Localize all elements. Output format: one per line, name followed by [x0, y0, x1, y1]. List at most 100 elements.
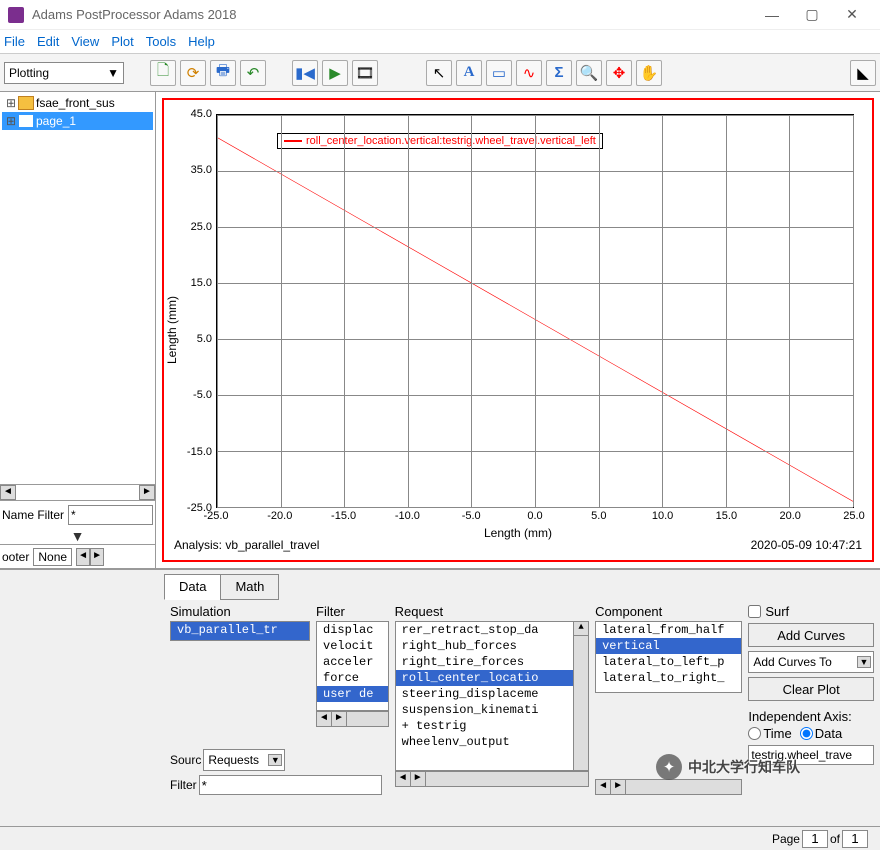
page-current-input[interactable] [802, 830, 828, 848]
print-icon[interactable]: 🖶 [210, 60, 236, 86]
surf-checkbox[interactable] [748, 605, 761, 618]
sigma-icon[interactable]: Σ [546, 60, 572, 86]
list-item[interactable]: roll_center_locatio [396, 670, 588, 686]
name-filter-input[interactable] [68, 505, 153, 525]
list-item[interactable]: force [317, 670, 388, 686]
filter-hscroll[interactable]: ◄► [316, 711, 389, 727]
radio-data[interactable]: Data [800, 726, 842, 741]
list-item[interactable]: acceler [317, 654, 388, 670]
chart-grid: roll_center_location.vertical:testrig.wh… [216, 114, 854, 508]
component-header: Component [595, 604, 742, 619]
zoom-window-icon[interactable]: ▭ [486, 60, 512, 86]
list-item[interactable]: wheelenv_output [396, 734, 588, 750]
filter-listbox[interactable]: displacvelocitaccelerforceuser de [316, 621, 389, 711]
play-icon[interactable]: ▶ [322, 60, 348, 86]
x-axis-label: Length (mm) [484, 526, 552, 540]
radio-time[interactable]: Time [748, 726, 791, 741]
menu-view[interactable]: View [71, 34, 99, 49]
list-item[interactable]: suspension_kinemati [396, 702, 588, 718]
tree-item-label: fsae_front_sus [36, 96, 115, 110]
request-hscroll[interactable]: ◄► [395, 771, 589, 787]
list-item[interactable]: lateral_to_right_ [596, 670, 741, 686]
indep-value-field[interactable]: testrig.wheel_trave [748, 745, 874, 765]
add-curves-to-dropdown[interactable]: Add Curves To▼ [748, 651, 874, 673]
footer-select[interactable]: None [33, 548, 72, 566]
name-filter-label: Name Filter [2, 508, 64, 522]
list-item[interactable]: + testrig [396, 718, 588, 734]
menu-help[interactable]: Help [188, 34, 215, 49]
expand-icon[interactable]: ⊞ [6, 114, 18, 129]
list-item[interactable]: displac [317, 622, 388, 638]
tree-item-page1[interactable]: ⊞ page_1 [2, 112, 153, 130]
model-tree[interactable]: ⊞ fsae_front_sus ⊞ page_1 [0, 92, 155, 484]
hand-icon[interactable]: ✋ [636, 60, 662, 86]
tree-item-fsae[interactable]: ⊞ fsae_front_sus [2, 94, 153, 112]
simulation-header: Simulation [170, 604, 310, 619]
request-listbox[interactable]: rer_retract_stop_daright_hub_forcesright… [395, 621, 589, 771]
fit-icon[interactable]: 🔍 [576, 60, 602, 86]
list-item[interactable]: steering_displaceme [396, 686, 588, 702]
mode-dropdown[interactable]: Plotting ▼ [4, 62, 124, 84]
sidebar: ⊞ fsae_front_sus ⊞ page_1 ◄► Name Filter… [0, 92, 156, 568]
simulation-item[interactable]: vb_parallel_tr [171, 622, 309, 638]
scroll-left-icon[interactable]: ◄ [76, 548, 90, 566]
rewind-icon[interactable]: ▮◀ [292, 60, 318, 86]
list-item[interactable]: user de [317, 686, 388, 702]
data-panel: Data Math Simulation vb_parallel_tr Sour… [0, 568, 880, 826]
component-listbox[interactable]: lateral_from_halfverticallateral_to_left… [595, 621, 742, 693]
list-item[interactable]: right_hub_forces [396, 638, 588, 654]
expand-icon[interactable]: ⊞ [6, 96, 18, 111]
tab-data[interactable]: Data [164, 574, 221, 600]
page-total [842, 830, 868, 848]
reload-icon[interactable]: ⟳ [180, 60, 206, 86]
chevron-down-icon: ▼ [107, 66, 119, 80]
tab-math[interactable]: Math [220, 574, 279, 600]
cursor-icon[interactable]: ↖ [426, 60, 452, 86]
new-page-icon[interactable]: 🗋 [150, 60, 176, 86]
title-bar: Adams PostProcessor Adams 2018 — ▢ ✕ [0, 0, 880, 30]
y-ticks: -25.0-15.0-5.05.015.025.035.045.0 [186, 114, 214, 508]
list-item[interactable]: vertical [596, 638, 741, 654]
tree-hscroll[interactable]: ◄► [0, 484, 155, 500]
of-label: of [830, 832, 840, 846]
list-item[interactable]: right_tire_forces [396, 654, 588, 670]
list-item[interactable]: velocit [317, 638, 388, 654]
list-item[interactable]: lateral_to_left_p [596, 654, 741, 670]
indep-axis-label: Independent Axis: [748, 709, 874, 724]
window-title: Adams PostProcessor Adams 2018 [32, 7, 752, 22]
maximize-button[interactable]: ▢ [792, 6, 832, 23]
scroll-right-icon[interactable]: ► [90, 548, 104, 566]
x-ticks: -25.0-20.0-15.0-10.0-5.00.05.010.015.020… [216, 510, 854, 524]
clear-plot-button[interactable]: Clear Plot [748, 677, 874, 701]
component-hscroll[interactable]: ◄► [595, 779, 742, 795]
request-header: Request [395, 604, 589, 619]
menu-file[interactable]: File [4, 34, 25, 49]
source-label: Sourc [170, 753, 201, 767]
app-logo-icon [8, 7, 24, 23]
plot-area[interactable]: Length (mm) -25.0-15.0-5.05.015.025.035.… [162, 98, 874, 562]
mode-dropdown-value: Plotting [9, 66, 49, 80]
source-dropdown[interactable]: Requests▼ [203, 749, 285, 771]
toolbar: Plotting ▼ 🗋 ⟳ 🖶 ↶ ▮◀ ▶ 🎞 ↖ A ▭ ∿ Σ 🔍 ✥ … [0, 54, 880, 92]
film-icon[interactable]: 🎞 [352, 60, 378, 86]
collapse-arrow-icon[interactable]: ▼ [0, 528, 155, 544]
expand-icon[interactable]: ✥ [606, 60, 632, 86]
text-icon[interactable]: A [456, 60, 482, 86]
close-button[interactable]: ✕ [832, 6, 872, 23]
list-item[interactable]: rer_retract_stop_da [396, 622, 588, 638]
undo-icon[interactable]: ↶ [240, 60, 266, 86]
page-nav-icon[interactable]: ◣ [850, 60, 876, 86]
analysis-label: Analysis: vb_parallel_travel [174, 538, 319, 552]
menu-tools[interactable]: Tools [146, 34, 176, 49]
curve-icon[interactable]: ∿ [516, 60, 542, 86]
menu-plot[interactable]: Plot [111, 34, 133, 49]
y-axis-label: Length (mm) [165, 296, 179, 364]
list-item[interactable]: lateral_from_half [596, 622, 741, 638]
add-curves-button[interactable]: Add Curves [748, 623, 874, 647]
filter-header: Filter [316, 604, 389, 619]
page-label: Page [772, 832, 800, 846]
menu-edit[interactable]: Edit [37, 34, 59, 49]
request-vscroll[interactable]: ▲ [573, 622, 588, 770]
minimize-button[interactable]: — [752, 7, 792, 23]
menu-bar: File Edit View Plot Tools Help [0, 30, 880, 54]
